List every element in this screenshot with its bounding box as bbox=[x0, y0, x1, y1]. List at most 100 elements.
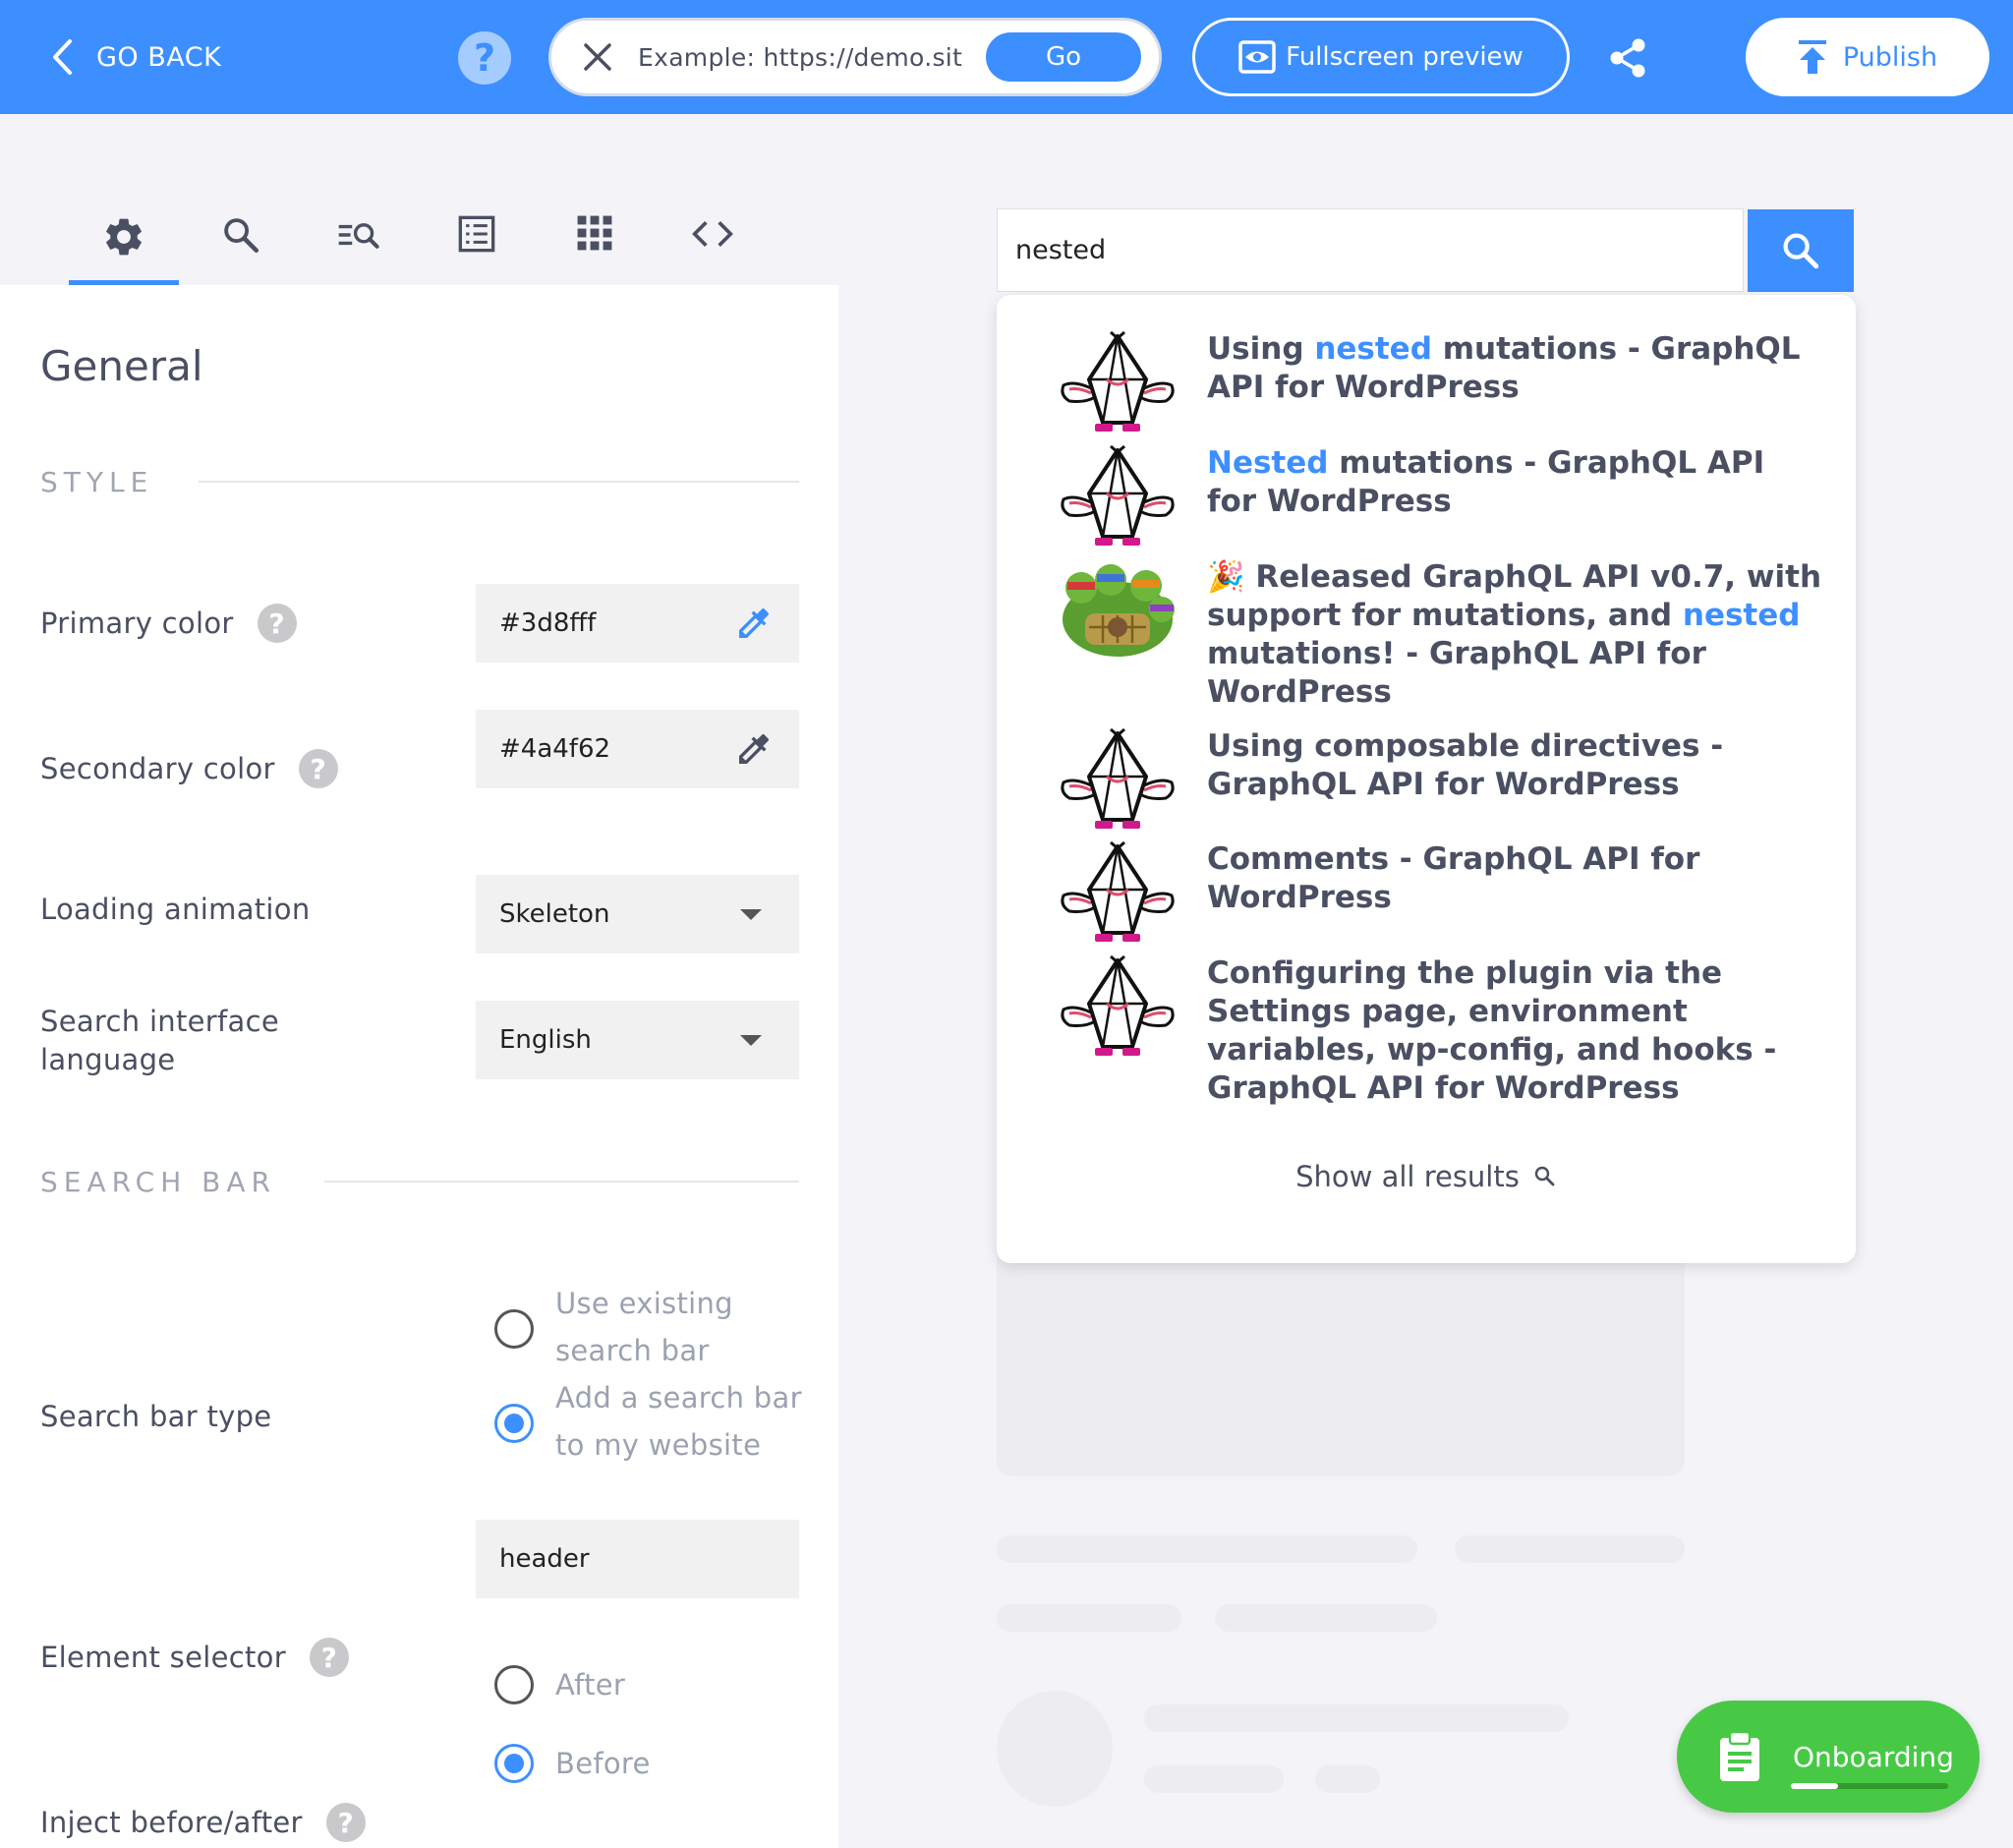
search-result-item[interactable]: Using nested mutations - GraphQL API for… bbox=[1056, 330, 1822, 433]
secondary-color-field[interactable]: #4a4f62 bbox=[476, 710, 799, 788]
search-result-item[interactable]: Using composable directives - GraphQL AP… bbox=[1056, 727, 1822, 830]
search-result-item[interactable]: 🎉 Released GraphQL API v0.7, with suppor… bbox=[1056, 558, 1822, 712]
eye-icon bbox=[1238, 40, 1276, 74]
language-select[interactable]: English bbox=[476, 1001, 799, 1079]
tab-grid[interactable] bbox=[540, 197, 650, 285]
settings-tabs bbox=[0, 114, 838, 285]
search-result-item[interactable]: Comments - GraphQL API for WordPress bbox=[1056, 840, 1822, 943]
onboarding-progress-fill bbox=[1791, 1783, 1838, 1789]
search-result-title: Nested mutations - GraphQL API for WordP… bbox=[1207, 444, 1822, 547]
eyedropper-icon[interactable] bbox=[734, 604, 774, 643]
help-icon[interactable]: ? bbox=[309, 1638, 349, 1677]
help-icon[interactable]: ? bbox=[298, 749, 338, 788]
loading-animation-select[interactable]: Skeleton bbox=[476, 875, 799, 953]
onboarding-label: Onboarding bbox=[1793, 1740, 1954, 1773]
search-result-title: 🎉 Released GraphQL API v0.7, with suppor… bbox=[1207, 558, 1822, 712]
secondary-color-label-text: Secondary color bbox=[40, 752, 275, 785]
close-icon[interactable] bbox=[581, 40, 614, 74]
primary-color-label-text: Primary color bbox=[40, 606, 234, 640]
gear-icon bbox=[106, 218, 142, 256]
skeleton-line bbox=[1144, 1704, 1569, 1732]
result-thumbnail-mascot bbox=[1061, 840, 1175, 942]
inject-label: Inject before/after ? bbox=[40, 1803, 366, 1842]
result-thumbnail-mascot bbox=[1061, 954, 1175, 1056]
search-result-item[interactable]: Nested mutations - GraphQL API for WordP… bbox=[1056, 444, 1822, 547]
loading-animation-label-text: Loading animation bbox=[40, 893, 311, 926]
result-title-text: Comments - GraphQL API for WordPress bbox=[1207, 841, 1700, 915]
show-all-results-label: Show all results bbox=[1295, 1160, 1520, 1193]
go-back-button[interactable]: GO BACK bbox=[49, 33, 221, 81]
result-title-highlight: Nested bbox=[1207, 445, 1329, 481]
divider bbox=[199, 481, 799, 483]
chevron-down-icon bbox=[740, 1035, 762, 1046]
result-title-highlight: nested bbox=[1314, 331, 1432, 367]
primary-color-value: #3d8fff bbox=[499, 608, 597, 638]
search-bar-type-label: Search bar type bbox=[40, 1400, 271, 1433]
language-label-text: Search interface language bbox=[40, 1005, 279, 1076]
skeleton-line bbox=[997, 1604, 1181, 1632]
onboarding-progress bbox=[1791, 1783, 1948, 1789]
radio-after[interactable] bbox=[494, 1665, 534, 1704]
fullscreen-preview-button[interactable]: Fullscreen preview bbox=[1192, 18, 1570, 96]
loading-animation-label: Loading animation bbox=[40, 893, 311, 926]
tab-search[interactable] bbox=[186, 197, 296, 285]
result-title-text: Configuring the plugin via the Settings … bbox=[1207, 955, 1777, 1106]
preview-search-button[interactable] bbox=[1748, 209, 1854, 292]
radio-after-label[interactable]: After bbox=[555, 1661, 811, 1708]
publish-button[interactable]: Publish bbox=[1746, 18, 1989, 96]
code-icon bbox=[692, 221, 733, 247]
grid-icon bbox=[577, 215, 612, 251]
tab-results[interactable] bbox=[304, 197, 414, 285]
secondary-color-label: Secondary color ? bbox=[40, 749, 338, 788]
help-icon[interactable]: ? bbox=[325, 1803, 366, 1842]
search-icon bbox=[224, 218, 259, 254]
element-selector-label-text: Element selector bbox=[40, 1641, 286, 1674]
divider bbox=[324, 1181, 799, 1183]
go-button[interactable]: Go bbox=[986, 32, 1141, 82]
tab-general[interactable] bbox=[69, 197, 179, 285]
clipboard-icon bbox=[1720, 1730, 1759, 1781]
go-back-label: GO BACK bbox=[96, 41, 222, 73]
upload-icon bbox=[1798, 40, 1826, 74]
onboarding-button[interactable]: Onboarding bbox=[1677, 1701, 1980, 1813]
element-selector-value: header bbox=[499, 1544, 590, 1574]
page-title: General bbox=[40, 342, 203, 390]
result-title-highlight: nested bbox=[1682, 598, 1801, 633]
element-selector-input[interactable]: header bbox=[476, 1520, 799, 1598]
help-icon[interactable]: ? bbox=[458, 31, 511, 85]
preview-search-input[interactable]: nested bbox=[997, 208, 1744, 292]
element-selector-label: Element selector ? bbox=[40, 1638, 349, 1677]
url-input[interactable] bbox=[638, 42, 984, 72]
radio-before-label[interactable]: Before bbox=[555, 1740, 811, 1787]
skeleton-avatar bbox=[997, 1691, 1113, 1807]
skeleton-line bbox=[997, 1535, 1417, 1563]
language-label: Search interface language bbox=[40, 1003, 365, 1079]
radio-use-existing-label[interactable]: Use existing search bar bbox=[555, 1280, 811, 1374]
share-icon[interactable] bbox=[1608, 37, 1647, 79]
result-thumbnail-mascot bbox=[1061, 727, 1175, 829]
secondary-color-value: #4a4f62 bbox=[499, 734, 611, 764]
search-result-item[interactable]: Configuring the plugin via the Settings … bbox=[1056, 954, 1822, 1108]
radio-add-search-bar[interactable] bbox=[494, 1404, 534, 1443]
help-icon[interactable]: ? bbox=[257, 604, 297, 643]
search-result-title: Using nested mutations - GraphQL API for… bbox=[1207, 330, 1822, 433]
primary-color-field[interactable]: #3d8fff bbox=[476, 584, 799, 663]
search-bar-type-label-text: Search bar type bbox=[40, 1400, 272, 1433]
show-all-results-button[interactable]: Show all results bbox=[997, 1160, 1856, 1193]
url-bar: Go bbox=[548, 18, 1162, 96]
tab-list[interactable] bbox=[422, 197, 532, 285]
skeleton-line bbox=[1215, 1604, 1437, 1632]
radio-use-existing[interactable] bbox=[494, 1309, 534, 1349]
radio-add-search-bar-label[interactable]: Add a search bar to my website bbox=[555, 1374, 811, 1469]
search-result-title: Configuring the plugin via the Settings … bbox=[1207, 954, 1822, 1108]
radio-before[interactable] bbox=[494, 1744, 534, 1783]
result-title-text: mutations! - GraphQL API for WordPress bbox=[1207, 636, 1706, 710]
chevron-down-icon bbox=[740, 909, 762, 920]
loading-animation-value: Skeleton bbox=[499, 899, 610, 929]
eyedropper-icon[interactable] bbox=[734, 729, 774, 769]
result-title-text: Using composable directives - GraphQL AP… bbox=[1207, 728, 1724, 802]
skeleton-line bbox=[1455, 1535, 1685, 1563]
result-title-text: Using bbox=[1207, 331, 1315, 367]
tab-code[interactable] bbox=[658, 197, 768, 285]
search-icon bbox=[1783, 233, 1819, 269]
